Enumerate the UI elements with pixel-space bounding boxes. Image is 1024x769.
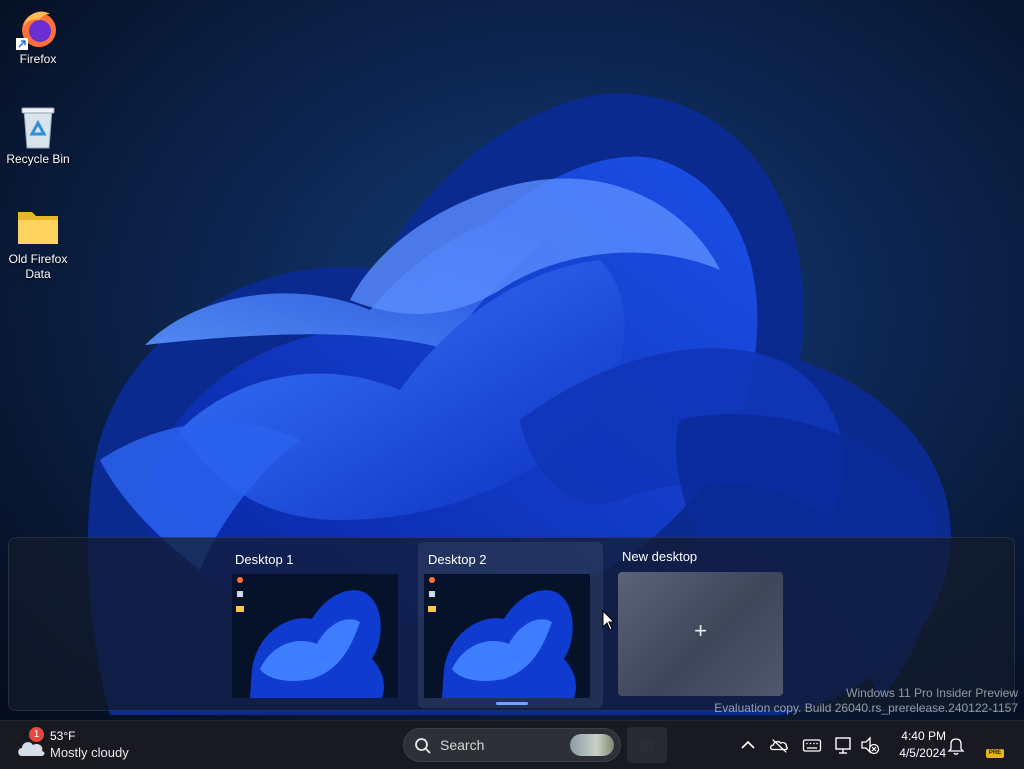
weather-temperature: 53°F	[50, 729, 76, 743]
desktop-thumbnail[interactable]	[424, 574, 590, 698]
onedrive-offline-icon[interactable]	[769, 734, 789, 756]
mouse-cursor-icon	[602, 610, 616, 631]
taskbar-search-box[interactable]: Search	[403, 728, 621, 762]
new-desktop-button[interactable]: New desktop +	[612, 540, 797, 706]
desktop-thumbnail[interactable]	[232, 574, 398, 698]
desktop-icon-firefox[interactable]: Firefox	[0, 6, 76, 67]
virtual-desktop-2[interactable]: Desktop 2	[418, 542, 603, 708]
desktop-icon-label: Recycle Bin	[6, 152, 70, 166]
task-view-scroll-indicator[interactable]	[496, 702, 528, 705]
firefox-icon	[16, 6, 60, 50]
search-highlight-image[interactable]	[570, 734, 614, 756]
desktop-icon-old-firefox-data[interactable]: Old Firefox Data	[0, 206, 76, 282]
keyboard-icon[interactable]	[802, 734, 822, 756]
clock-time: 4:40 PM	[901, 729, 946, 743]
watermark-line-1: Windows 11 Pro Insider Preview	[846, 686, 1018, 700]
taskbar-clock[interactable]: 4:40 PM 4/5/2024	[886, 728, 946, 762]
clock-date: 4/5/2024	[899, 746, 946, 760]
desktop-icon-recycle-bin[interactable]: Recycle Bin	[0, 106, 76, 167]
new-desktop-label: New desktop	[622, 549, 698, 564]
task-view-icon	[640, 739, 654, 751]
volume-muted-icon[interactable]	[860, 734, 880, 756]
notification-bell-icon[interactable]	[946, 734, 966, 756]
weather-widget[interactable]: 1 53°F Mostly cloudy	[16, 727, 136, 763]
virtual-desktop-1[interactable]: Desktop 1	[225, 542, 410, 708]
taskbar: 1 53°F Mostly cloudy Search 4:40 PM 4/5/…	[0, 720, 1024, 769]
new-desktop-tile[interactable]: +	[618, 572, 783, 696]
desktop-icon-label: Firefox	[19, 52, 57, 66]
insider-pre-badge: PRE	[986, 749, 1004, 758]
desktop-title: Desktop 1	[235, 552, 294, 567]
chevron-up-icon[interactable]	[738, 734, 758, 756]
folder-icon	[16, 206, 60, 250]
desktop-icon-label: Old Firefox Data	[8, 252, 68, 281]
task-view-button[interactable]	[627, 727, 667, 763]
watermark-line-2: Evaluation copy. Build 26040.rs_prerelea…	[714, 701, 1018, 715]
recycle-bin-icon	[16, 106, 60, 150]
weather-condition: Mostly cloudy	[50, 745, 129, 760]
network-icon[interactable]	[834, 734, 854, 756]
desktop-title: Desktop 2	[428, 552, 487, 567]
plus-icon: +	[694, 618, 707, 643]
weather-alert-badge: 1	[29, 727, 44, 742]
search-icon	[415, 738, 431, 754]
search-placeholder: Search	[440, 737, 485, 753]
